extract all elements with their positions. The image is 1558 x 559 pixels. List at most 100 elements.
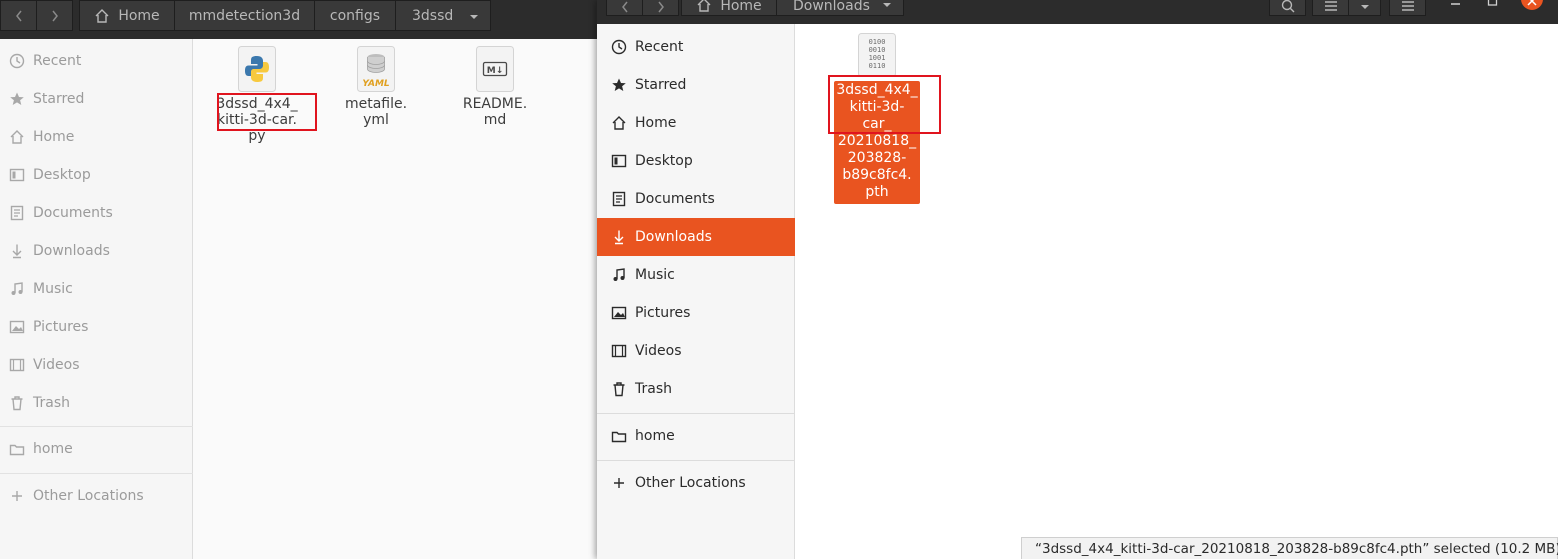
file-item-markdown[interactable]: M↓ README. md	[440, 46, 550, 128]
documents-icon	[9, 205, 25, 221]
minimize-button[interactable]	[1446, 0, 1466, 10]
sidebar-item-recent[interactable]: Recent	[597, 28, 795, 66]
file-name-line: py	[248, 128, 266, 144]
search-button[interactable]	[1269, 0, 1306, 16]
sidebar-item-desktop[interactable]: Desktop	[597, 142, 795, 180]
file-name: README. md	[440, 96, 550, 128]
binary-text-line: 1001	[868, 54, 886, 62]
plus-icon	[9, 488, 25, 504]
sidebar-item-videos[interactable]: Videos	[0, 346, 193, 384]
close-button[interactable]	[1521, 0, 1543, 10]
sidebar-item-pictures[interactable]: Pictures	[0, 308, 193, 346]
back-nav-button[interactable]	[606, 0, 643, 16]
sidebar-item-label: Videos	[635, 343, 682, 359]
sidebar-item-other-locations[interactable]: Other Locations	[597, 464, 795, 502]
sidebar-item-documents[interactable]: Documents	[0, 194, 193, 232]
breadcrumb-configs[interactable]: configs	[314, 0, 396, 31]
file-item-selected[interactable]: 0100 0010 1001 0110 3dssd_4x4_ kitti-3d-…	[834, 33, 920, 204]
sidebar-item-label: home	[33, 441, 73, 457]
sidebar-item-home[interactable]: Home	[0, 118, 193, 156]
sidebar-item-label: Other Locations	[635, 475, 746, 491]
home-icon	[611, 115, 627, 131]
sidebar-item-trash[interactable]: Trash	[0, 384, 193, 422]
breadcrumb-mmdetection3d[interactable]: mmdetection3d	[174, 0, 315, 31]
breadcrumb-home[interactable]: Home	[79, 0, 175, 31]
forward-nav-button[interactable]	[36, 0, 73, 31]
binary-text-line: 0010	[868, 46, 886, 54]
file-name-line: car_	[862, 116, 892, 132]
sidebar-item-label: Other Locations	[33, 488, 144, 504]
documents-icon	[611, 191, 627, 207]
sidebar-separator	[0, 426, 193, 427]
file-name: 3dssd_4x4_ kitti-3d-car. py	[202, 96, 312, 144]
sidebar-item-home-drive[interactable]: home	[597, 417, 795, 455]
home-icon	[95, 8, 109, 23]
breadcrumb-home[interactable]: Home	[681, 0, 777, 16]
file-item-python[interactable]: 3dssd_4x4_ kitti-3d-car. py	[202, 46, 312, 144]
desktop-icon	[9, 167, 25, 183]
file-name-line: 3dssd_4x4_	[216, 96, 298, 112]
sidebar-item-downloads[interactable]: Downloads	[597, 218, 795, 256]
sidebar-item-home-drive[interactable]: home	[0, 430, 193, 468]
pictures-icon	[9, 319, 25, 335]
sidebar-item-videos[interactable]: Videos	[597, 332, 795, 370]
sidebar-item-starred[interactable]: Starred	[597, 66, 795, 104]
markdown-badge: M↓	[486, 66, 504, 76]
file-view: 0100 0010 1001 0110 3dssd_4x4_ kitti-3d-…	[796, 24, 1558, 559]
minimize-icon	[1451, 3, 1460, 5]
sidebar-item-documents[interactable]: Documents	[597, 180, 795, 218]
chevron-right-icon	[51, 10, 58, 21]
file-name-line: b89c8fc4.	[842, 167, 912, 183]
front-sidebar: Recent Starred Home Desktop Documents Do…	[597, 24, 795, 559]
file-name-line: md	[483, 112, 507, 128]
sidebar-item-downloads[interactable]: Downloads	[0, 232, 193, 270]
sidebar-item-label: Documents	[33, 205, 113, 221]
sidebar-item-label: Downloads	[635, 229, 712, 245]
sidebar-item-music[interactable]: Music	[597, 256, 795, 294]
view-options-button[interactable]	[1348, 0, 1381, 16]
breadcrumb-3dssd[interactable]: 3dssd	[395, 0, 491, 31]
sidebar-item-desktop[interactable]: Desktop	[0, 156, 193, 194]
star-icon	[611, 77, 627, 93]
breadcrumb-downloads[interactable]: Downloads	[776, 0, 904, 16]
breadcrumb-label: 3dssd	[412, 7, 454, 24]
file-item-yaml[interactable]: YAML metafile. yml	[321, 46, 431, 128]
sidebar-item-recent[interactable]: Recent	[0, 42, 193, 80]
menu-button[interactable]	[1389, 0, 1426, 16]
plus-icon	[611, 475, 627, 491]
file-name-line: kitti-3d-car.	[217, 112, 297, 128]
breadcrumb-label: configs	[329, 7, 381, 24]
back-nav-button[interactable]	[0, 0, 37, 31]
hamburger-menu-icon	[1401, 0, 1414, 11]
view-list-button[interactable]	[1312, 0, 1349, 16]
file-name-line: yml	[363, 112, 389, 128]
status-bar: “3dssd_4x4_kitti-3d-car_20210818_203828-…	[1021, 537, 1558, 559]
sidebar-item-trash[interactable]: Trash	[597, 370, 795, 408]
sidebar-item-label: Music	[635, 267, 675, 283]
sidebar-item-label: Videos	[33, 357, 80, 373]
sidebar-item-other-locations[interactable]: Other Locations	[0, 477, 193, 515]
sidebar-item-label: Downloads	[33, 243, 110, 259]
chevron-left-icon	[15, 10, 22, 21]
back-sidebar: Recent Starred Home Desktop Documents Do…	[0, 39, 193, 559]
file-name-line: pth	[865, 184, 889, 200]
drive-icon	[9, 441, 25, 457]
front-file-manager-window: Home Downloads Recent Starred Home Deskt…	[597, 0, 1558, 559]
sidebar-item-music[interactable]: Music	[0, 270, 193, 308]
pictures-icon	[611, 305, 627, 321]
sidebar-item-pictures[interactable]: Pictures	[597, 294, 795, 332]
sidebar-item-starred[interactable]: Starred	[0, 80, 193, 118]
star-icon	[9, 91, 25, 107]
forward-nav-button[interactable]	[642, 0, 679, 16]
sidebar-item-label: Music	[33, 281, 73, 297]
downloads-icon	[9, 243, 25, 259]
file-name-line: metafile.	[344, 96, 408, 112]
home-icon	[697, 0, 711, 12]
trash-icon	[611, 381, 627, 397]
chevron-down-icon	[883, 3, 891, 7]
maximize-button[interactable]	[1483, 0, 1503, 10]
sidebar-item-home[interactable]: Home	[597, 104, 795, 142]
close-icon	[1527, 0, 1537, 6]
binary-text-line: 0100	[868, 38, 886, 46]
file-name-line: kitti-3d-	[849, 99, 905, 115]
